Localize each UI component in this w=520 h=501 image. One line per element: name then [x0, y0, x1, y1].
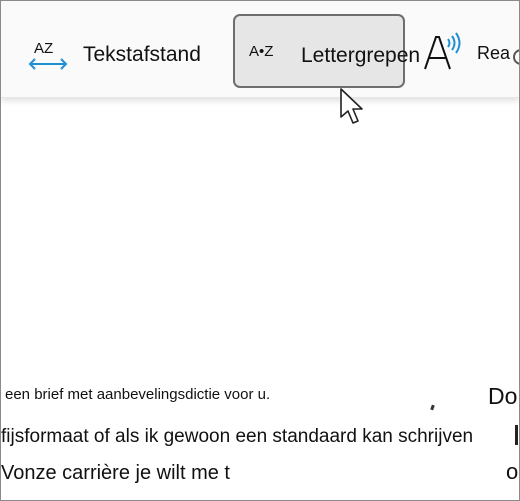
document-right-text-top: Do [488, 383, 518, 409]
document-line-1: een brief met aanbevelingsdictie voor u. [5, 386, 271, 403]
immersive-reader-window: AZ Tekstafstand A•Z Lettergrepen Rea een [0, 0, 520, 501]
text-spacing-label: Tekstafstand [83, 43, 201, 66]
document-right-text-bottom: o [506, 459, 519, 484]
toolbar: AZ Tekstafstand A•Z Lettergrepen Rea [1, 1, 519, 98]
text-fragment-mark [515, 425, 518, 445]
overflow-icon [513, 49, 519, 65]
read-aloud-label: Rea [477, 43, 511, 63]
text-fragment-dot [430, 404, 435, 411]
mouse-pointer-icon [340, 88, 363, 124]
text-spacing-icon-letters: AZ [34, 40, 53, 57]
syllables-button[interactable]: A•Z Lettergrepen [233, 14, 420, 88]
syllables-label: Lettergrepen [301, 44, 421, 67]
syllables-icon: A•Z [249, 43, 274, 60]
document-line-2: fijsformaat of als ik gewoon een standaa… [1, 426, 474, 447]
read-aloud-icon [424, 32, 461, 70]
document-line-3: Vonze carrière je wilt me t [1, 462, 230, 484]
text-spacing-icon: AZ [28, 40, 68, 70]
